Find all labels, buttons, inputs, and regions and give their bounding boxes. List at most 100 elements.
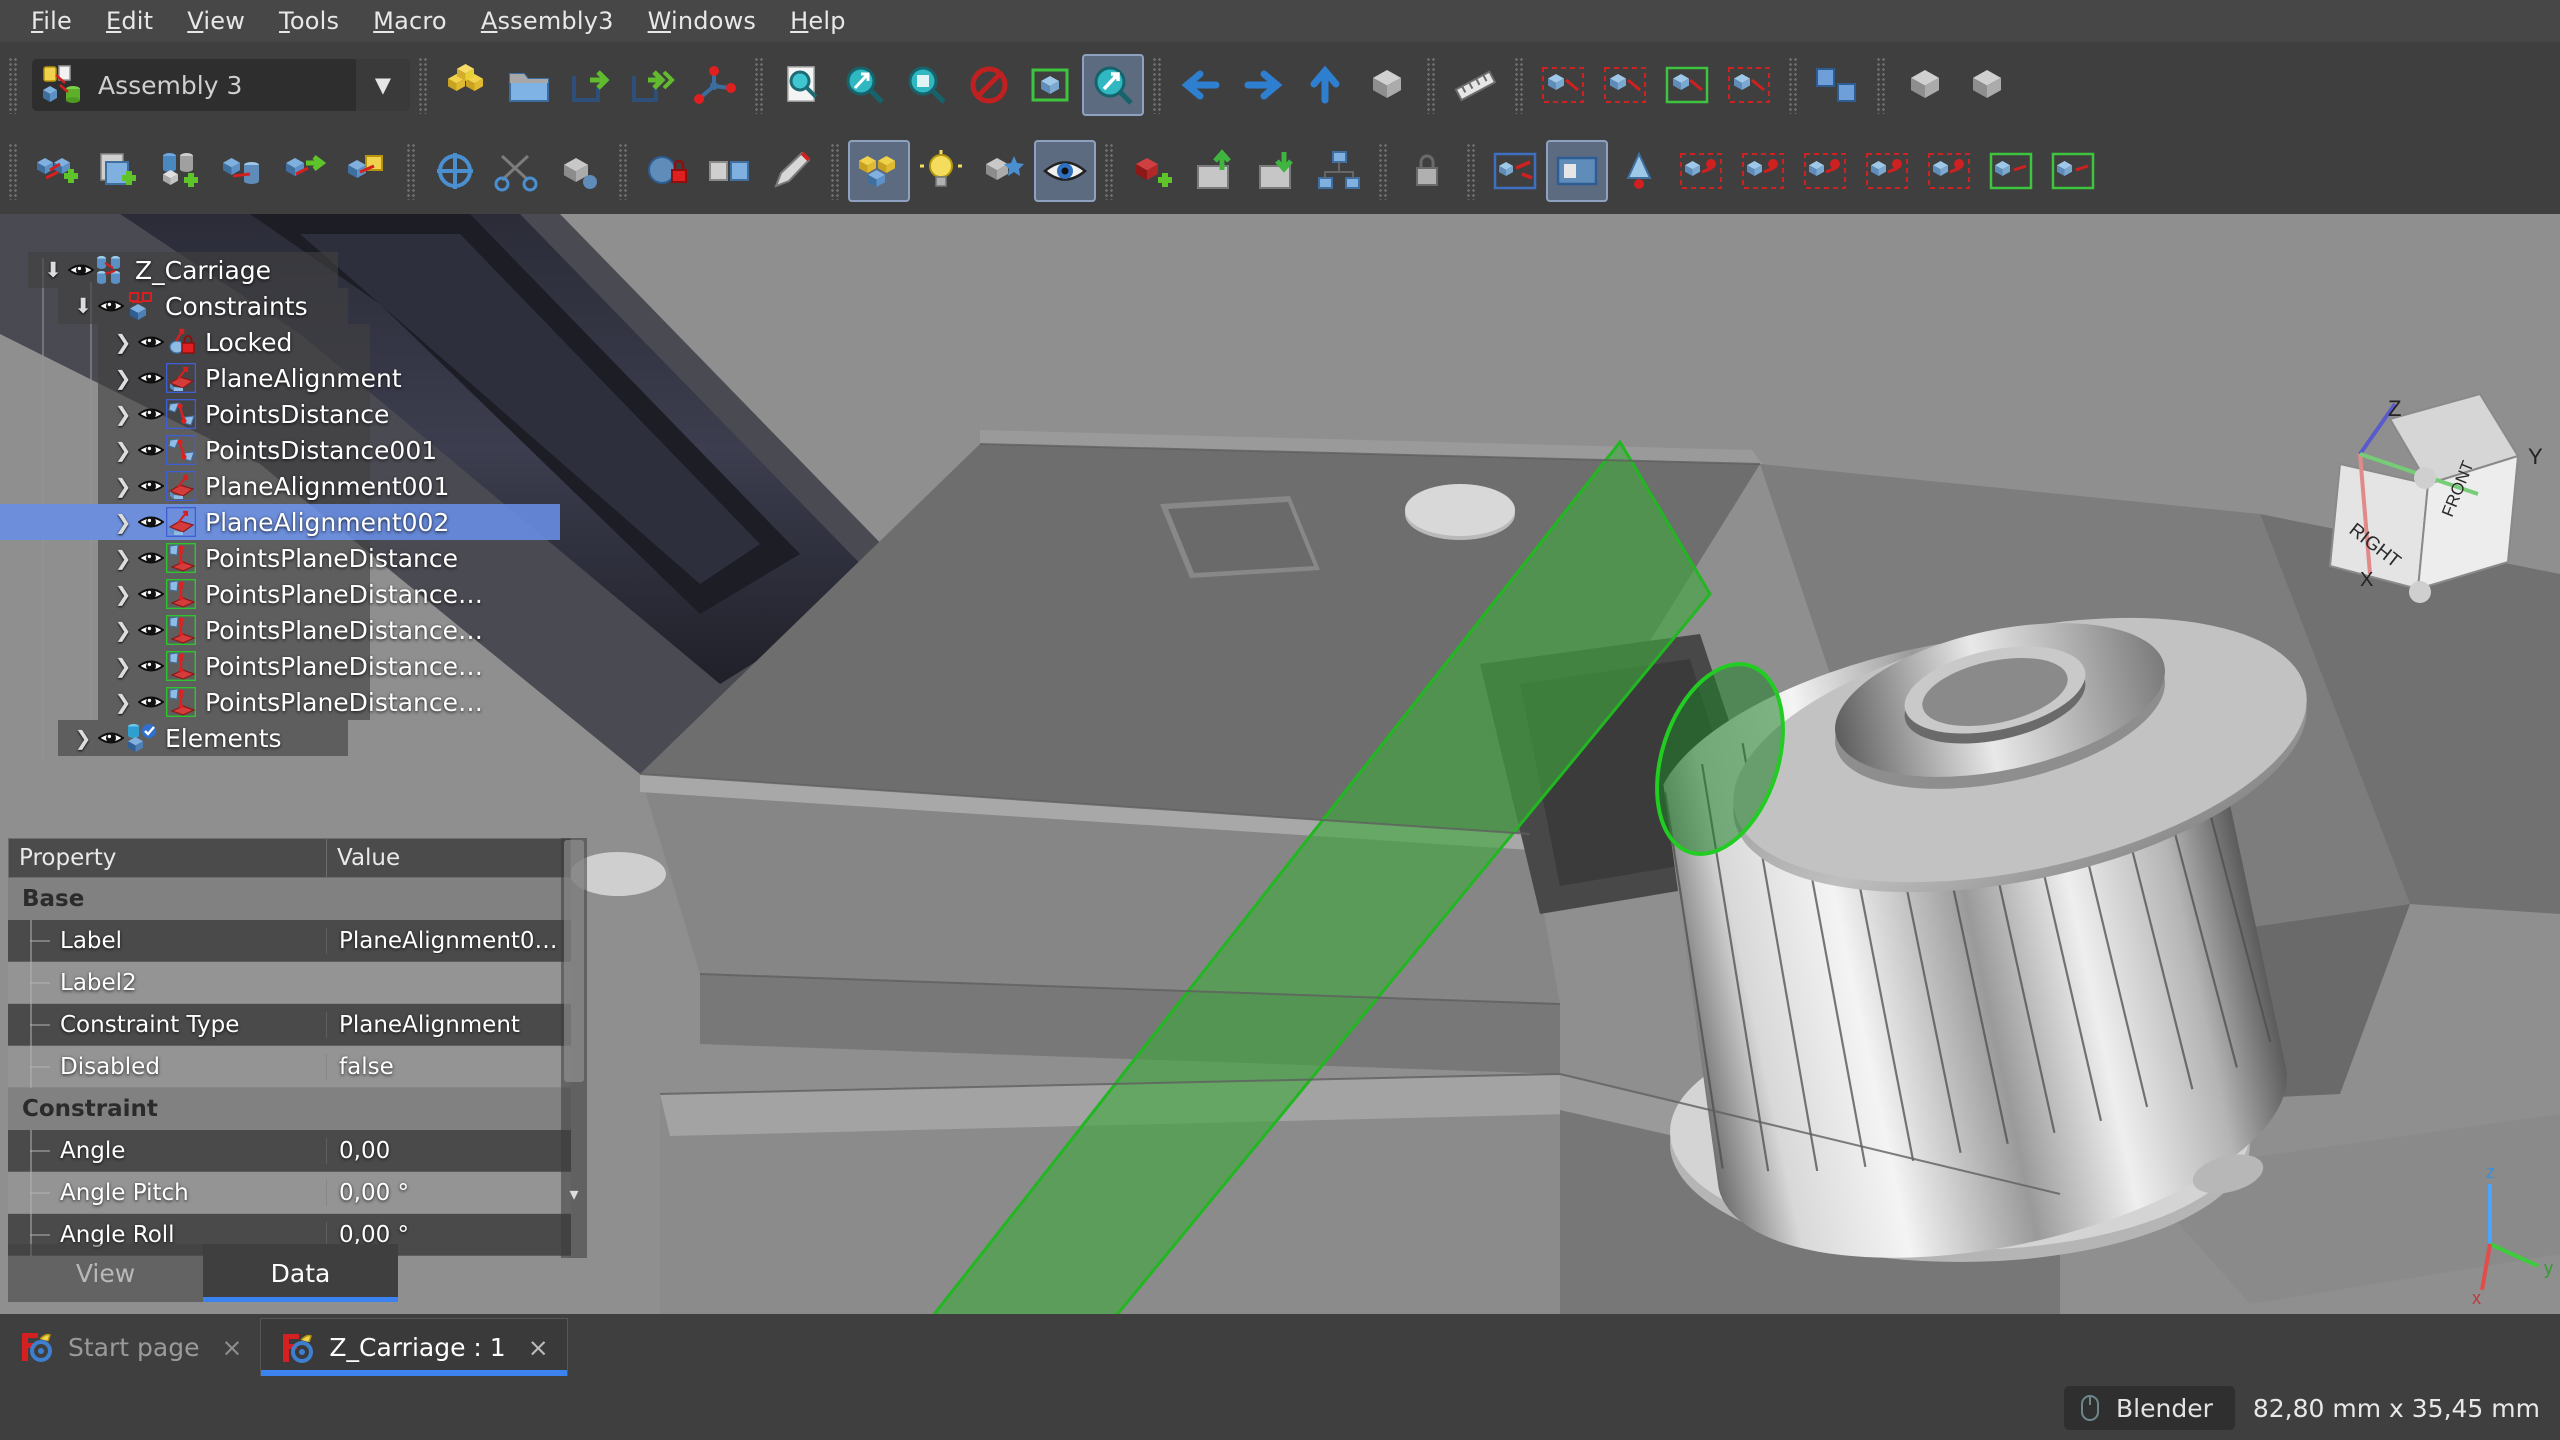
tree-item-planealignment001[interactable]: ❯ PlaneAlignment001 xyxy=(0,468,560,504)
close-icon[interactable]: × xyxy=(221,1333,242,1362)
nav-forward-button[interactable] xyxy=(1232,54,1294,116)
no-selection-button[interactable] xyxy=(958,54,1020,116)
constraint-sphere-button[interactable] xyxy=(2042,140,2104,202)
import-part-button[interactable] xyxy=(212,140,274,202)
move-part-button[interactable] xyxy=(1806,54,1868,116)
tree-item-locked[interactable]: ❯ Locked xyxy=(0,324,560,360)
create-assembly-button[interactable] xyxy=(26,140,88,202)
nav-back-button[interactable] xyxy=(1170,54,1232,116)
tree-twisty-expanded-icon[interactable]: ⬇ xyxy=(40,252,66,288)
constraint-symmetric-button[interactable] xyxy=(1856,140,1918,202)
constraint-lock-button[interactable] xyxy=(1532,54,1594,116)
visibility-eye-icon[interactable] xyxy=(96,720,126,756)
toolbar-grip[interactable] xyxy=(405,142,417,200)
solve-button[interactable] xyxy=(1956,54,2018,116)
lock-mover-button[interactable] xyxy=(636,140,698,202)
tree-item-pointsplanedistance[interactable]: ❯ PointsPlaneDistance xyxy=(0,540,560,576)
toolbar-grip[interactable] xyxy=(417,56,429,114)
menu-edit[interactable]: Edit xyxy=(89,3,170,39)
visibility-eye-icon[interactable] xyxy=(136,396,166,432)
document-tab-startpage[interactable]: Start page × xyxy=(0,1318,260,1376)
tree-twisty-collapsed-icon[interactable]: ❯ xyxy=(110,648,136,684)
toolbar-grip[interactable] xyxy=(829,142,841,200)
toolbar-grip[interactable] xyxy=(7,56,19,114)
open-document-button[interactable] xyxy=(498,54,560,116)
constraint-plane-button[interactable] xyxy=(1656,54,1718,116)
nav-up-button[interactable] xyxy=(1294,54,1356,116)
visibility-eye-icon[interactable] xyxy=(136,684,166,720)
smart-recompute-button[interactable] xyxy=(1122,140,1184,202)
menu-windows[interactable]: Windows xyxy=(631,3,774,39)
menu-view[interactable]: View xyxy=(170,3,262,39)
property-editor[interactable]: Property Value Base Label PlaneAlignment0…… xyxy=(8,838,587,1258)
assembly-tree-button[interactable] xyxy=(848,140,910,202)
toolbar-grip[interactable] xyxy=(617,142,629,200)
visibility-eye-icon[interactable] xyxy=(136,324,166,360)
move-origin-button[interactable] xyxy=(424,140,486,202)
light-button[interactable] xyxy=(910,140,972,202)
toolbar-grip[interactable] xyxy=(1425,56,1437,114)
chevron-down-icon[interactable]: ▾ xyxy=(561,1184,587,1210)
iso-view-button[interactable] xyxy=(1356,54,1418,116)
constraint-coincident-button[interactable] xyxy=(1484,140,1546,202)
tree-twisty-collapsed-icon[interactable]: ❯ xyxy=(110,540,136,576)
tree-item-pointsplanedistance[interactable]: ❯ PointsPlaneDistance… xyxy=(0,684,560,720)
workbench-selector[interactable]: Assembly 3 ▼ xyxy=(32,59,410,111)
constraint-angle-button[interactable] xyxy=(1608,140,1670,202)
visibility-eye-icon[interactable] xyxy=(136,468,166,504)
constraint-axial-button[interactable] xyxy=(1918,140,1980,202)
constraint-perp-button[interactable] xyxy=(1794,140,1856,202)
std-view-button[interactable] xyxy=(896,54,958,116)
property-row[interactable]: Disabled false xyxy=(8,1045,571,1088)
menu-file[interactable]: File xyxy=(14,3,89,39)
tree-item-zcarriage[interactable]: ⬇ Z_Carriage xyxy=(0,252,560,288)
axial-map-button[interactable] xyxy=(698,140,760,202)
document-tab-bar[interactable]: Start page × Z_Carriage : 1 × xyxy=(0,1314,2560,1376)
tree-item-elements[interactable]: ❯ Elements xyxy=(0,720,560,756)
menu-tools[interactable]: Tools xyxy=(262,3,356,39)
property-value-cell[interactable]: false xyxy=(326,1053,571,1080)
tree-item-planealignment002[interactable]: ❯ PlaneAlignment002 xyxy=(0,504,560,540)
add-part-button[interactable] xyxy=(88,140,150,202)
constraint-point-button[interactable] xyxy=(1718,54,1780,116)
tree-twisty-expanded-icon[interactable]: ⬇ xyxy=(70,288,96,324)
menu-macro[interactable]: Macro xyxy=(356,3,464,39)
chevron-down-icon[interactable]: ▼ xyxy=(356,59,410,111)
property-row[interactable]: Angle 0,00 xyxy=(8,1129,571,1172)
tree-twisty-collapsed-icon[interactable]: ❯ xyxy=(110,360,136,396)
whats-this-button[interactable] xyxy=(772,54,834,116)
visibility-eye-icon[interactable] xyxy=(136,576,166,612)
navigation-style-button[interactable]: Blender xyxy=(2064,1386,2235,1430)
property-value-cell[interactable]: PlaneAlignment xyxy=(326,1011,571,1038)
tree-twisty-collapsed-icon[interactable]: ❯ xyxy=(110,324,136,360)
tree-item-pointsplanedistance[interactable]: ❯ PointsPlaneDistance… xyxy=(0,648,560,684)
hierarchy-button[interactable] xyxy=(1308,140,1370,202)
visibility-eye-icon[interactable] xyxy=(136,504,166,540)
toolbar-grip[interactable] xyxy=(1151,56,1163,114)
toolbar-grip[interactable] xyxy=(1465,142,1477,200)
menu-assembly3[interactable]: Assembly3 xyxy=(464,3,631,39)
tree-item-pointsplanedistance[interactable]: ❯ PointsPlaneDistance… xyxy=(0,576,560,612)
constraint-attachment-button[interactable] xyxy=(1546,140,1608,202)
menu-help[interactable]: Help xyxy=(773,3,863,39)
constraint-parallel-button[interactable] xyxy=(1732,140,1794,202)
add-origin-button[interactable] xyxy=(336,140,398,202)
visibility-eye-icon[interactable] xyxy=(96,288,126,324)
tree-twisty-collapsed-icon[interactable]: ❯ xyxy=(110,576,136,612)
document-tab-zcarriage1[interactable]: Z_Carriage : 1 × xyxy=(260,1318,568,1376)
tree-twisty-collapsed-icon[interactable]: ❯ xyxy=(110,468,136,504)
toolbar-grip[interactable] xyxy=(7,142,19,200)
toolbar-grip[interactable] xyxy=(1875,56,1887,114)
property-scrollbar[interactable]: ▾ xyxy=(561,838,587,1258)
property-row[interactable]: Label2 xyxy=(8,961,571,1004)
export-button[interactable] xyxy=(560,54,622,116)
tree-twisty-collapsed-icon[interactable]: ❯ xyxy=(70,720,96,756)
visibility-button[interactable] xyxy=(1034,140,1096,202)
measure-button[interactable] xyxy=(1444,54,1506,116)
visibility-eye-icon[interactable] xyxy=(136,648,166,684)
measure-angle-button[interactable] xyxy=(760,140,822,202)
property-tab-view[interactable]: View xyxy=(8,1244,203,1302)
create-datum-button[interactable] xyxy=(684,54,746,116)
quick-solve-button[interactable] xyxy=(1894,54,1956,116)
property-value-cell[interactable]: 0,00 ° xyxy=(326,1179,571,1206)
